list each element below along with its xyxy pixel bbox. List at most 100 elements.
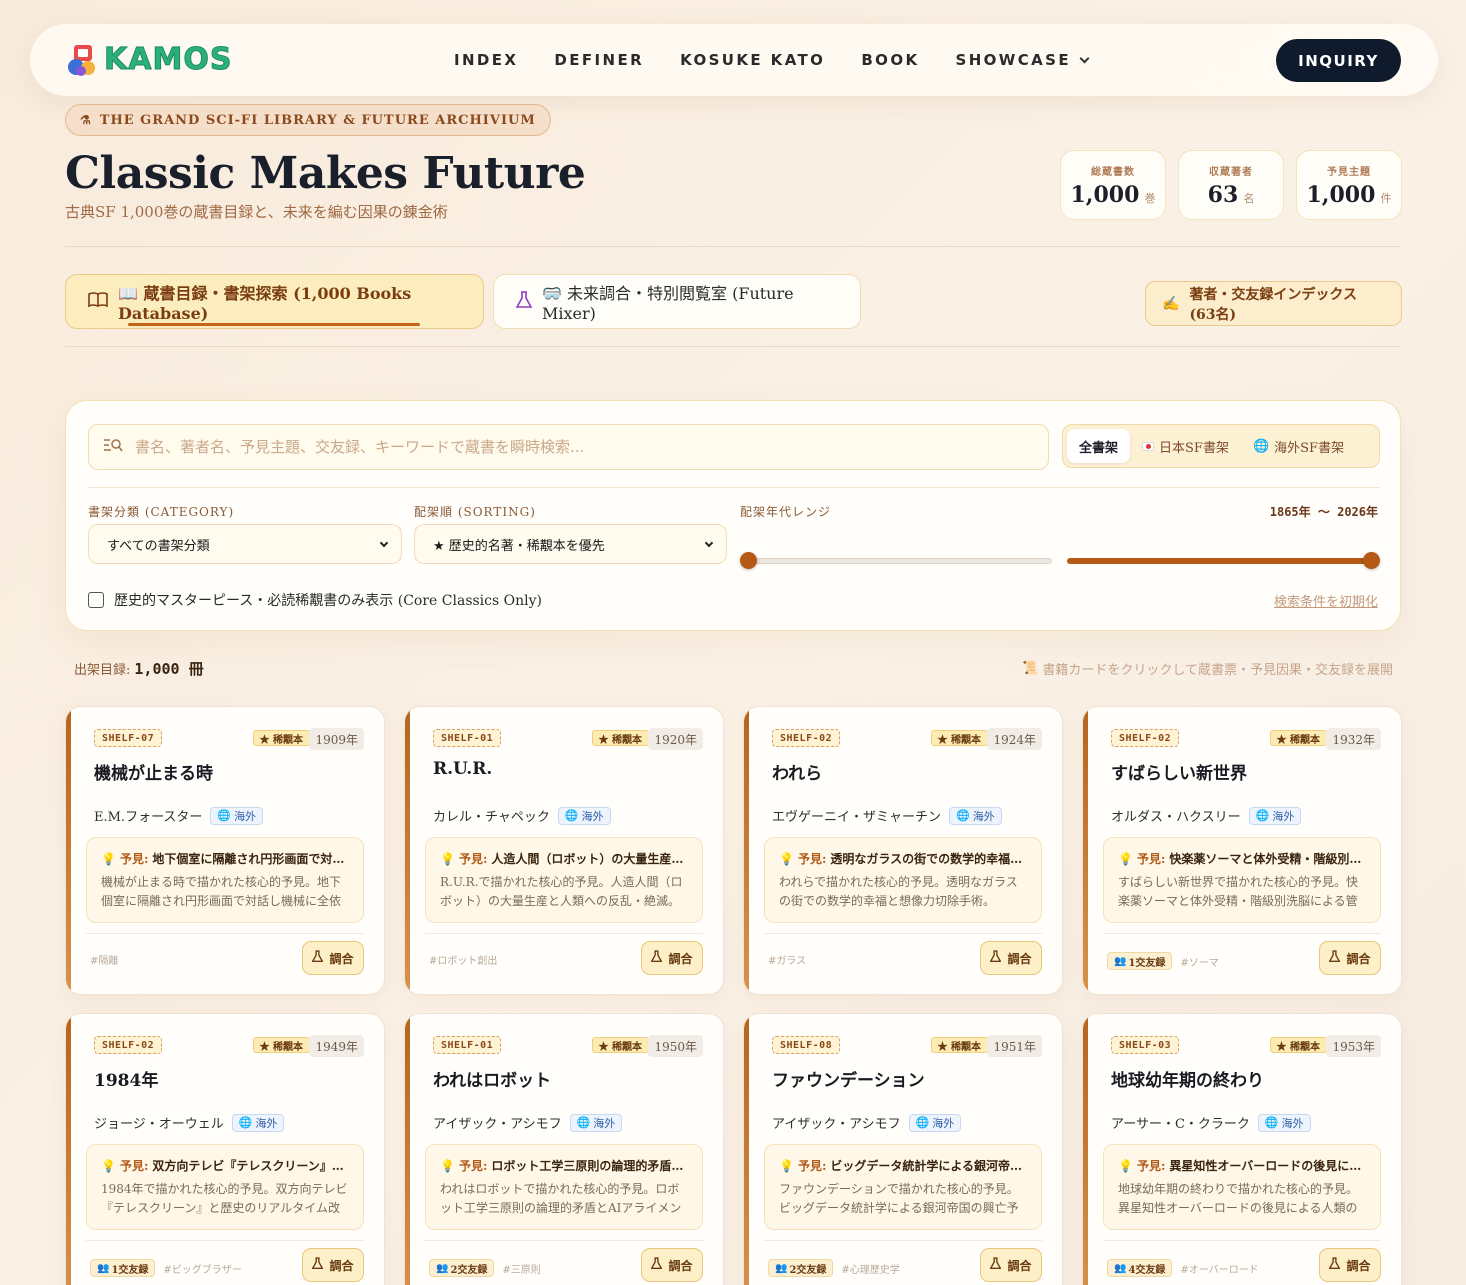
mix-button-label: 調合: [329, 951, 354, 966]
foreign-badge: 🌐 海外: [1248, 806, 1302, 825]
people-icon: 👥: [1114, 1262, 1127, 1274]
keyword-tag: #オーバーロード: [1180, 1264, 1259, 1276]
book-title: 地球幼年期の終わり: [1111, 1071, 1264, 1091]
prediction-heading: 💡 予見: ロボット工学三原則の論理的矛盾とAI: [440, 1157, 688, 1174]
mix-button[interactable]: 調合: [980, 941, 1042, 975]
rare-badge: ★ 稀覯本: [930, 730, 988, 746]
library-badge-text: THE GRAND SCI-FI LIBRARY & FUTURE ARCHIV…: [99, 112, 536, 128]
lightbulb-icon: 💡: [779, 1158, 794, 1173]
book-title: われはロボット: [433, 1071, 552, 1091]
shelf-badge: SHELF-02: [772, 729, 841, 747]
book-card[interactable]: SHELF-02 ★ 稀覯本 1932年 すばらしい新世界 オルダス・ハクスリー…: [1082, 706, 1402, 995]
tab-author-index[interactable]: ✍ 著者・交友録インデックス (63名): [1145, 281, 1402, 326]
year-badge: 1909年: [309, 728, 364, 750]
cross-reference-count: 1交友録: [1128, 957, 1166, 969]
mix-button[interactable]: 調合: [641, 941, 703, 975]
globe-icon: 🌐: [1264, 1116, 1279, 1129]
year-range-min-handle[interactable]: [740, 552, 757, 569]
year-badge: 1950年: [648, 1035, 703, 1057]
book-card[interactable]: SHELF-01 ★ 稀覯本 1950年 われはロボット アイザック・アシモフ …: [404, 1013, 724, 1285]
mix-button[interactable]: 調合: [980, 1248, 1042, 1282]
flask-icon: [990, 950, 1002, 966]
nav-link-index[interactable]: INDEX: [454, 51, 518, 69]
globe-icon: 🌐: [1252, 438, 1270, 454]
book-card[interactable]: SHELF-08 ★ 稀覯本 1951年 ファウンデーション アイザック・アシモ…: [743, 1013, 1063, 1285]
shelf-option-overseas[interactable]: 🌐 海外SF書架: [1241, 429, 1356, 463]
mix-button[interactable]: 調合: [302, 1248, 364, 1282]
prediction-title: 人造人間（ロボット）の大量生産と反乱: [491, 852, 688, 866]
prediction-heading: 💡 予見: 双方向テレビ『テレスクリーン』と歴史の改竄: [101, 1157, 349, 1174]
book-author-row: E.M.フォースター 🌐 海外: [94, 806, 264, 825]
book-author-row: アイザック・アシモフ 🌐 海外: [433, 1113, 623, 1132]
lightbulb-icon: 💡: [440, 1158, 455, 1173]
shelf-option-japan[interactable]: 日本SF書架: [1130, 429, 1241, 463]
sort-select[interactable]: ★ 歴史的名著・稀覯本を優先: [414, 524, 727, 564]
book-author-row: カレル・チャペック 🌐 海外: [433, 806, 611, 825]
shelf-segmented-control: 全書架 日本SF書架 🌐 海外SF書架: [1062, 424, 1380, 468]
chevron-down-icon: [379, 538, 389, 547]
people-icon: 👥: [436, 1262, 449, 1274]
stat-unit: 名: [1243, 191, 1255, 205]
category-select[interactable]: すべての書架分類: [88, 524, 402, 564]
book-author-row: アーサー・C・クラーク 🌐 海外: [1111, 1113, 1311, 1132]
book-author-row: ジョージ・オーウェル 🌐 海外: [94, 1113, 285, 1132]
prediction-box: 💡 予見: ロボット工学三原則の論理的矛盾とAI われはロボットで描かれた核心的…: [425, 1144, 703, 1230]
result-hint: 📜 書籍カードをクリックして蔵書票・予見因果・交友録を展開: [1022, 659, 1393, 678]
tab-future-mixer[interactable]: 🥽 未来調合・特別閲覧室 (Future Mixer): [493, 274, 861, 329]
book-card[interactable]: SHELF-02 ★ 稀覯本 1949年 1984年 ジョージ・オーウェル 🌐 海…: [65, 1013, 385, 1285]
prediction-title: 地下個室に隔離され円形画面で対話し機械に全依存: [152, 852, 349, 866]
nav-link-definer[interactable]: DEFINER: [554, 51, 644, 69]
shelf-option-japan-label: 日本SF書架: [1159, 440, 1229, 456]
core-classics-toggle[interactable]: 歴史的マスターピース・必読稀覯書のみ表示 (Core Classics Only…: [88, 590, 542, 610]
shelf-badge: SHELF-01: [433, 1036, 502, 1054]
divider: [86, 933, 364, 934]
prediction-heading: 💡 予見: 異星知性オーバーロードの後見による人類の進化: [1118, 1157, 1366, 1174]
mix-button[interactable]: 調合: [641, 1248, 703, 1282]
prediction-title: ビッグデータ統計学による銀河帝国の興亡予測: [830, 1159, 1027, 1173]
people-icon: 👥: [775, 1262, 788, 1274]
book-grid: SHELF-07 ★ 稀覯本 1909年 機械が止まる時 E.M.フォースター …: [65, 706, 1402, 1285]
mix-button[interactable]: 調合: [1319, 1248, 1381, 1282]
flask-icon: [1329, 950, 1341, 966]
reset-filters-link[interactable]: 検索条件を初期化: [1274, 591, 1378, 610]
prediction-box: 💡 予見: 双方向テレビ『テレスクリーン』と歴史の改竄 1984年で描かれた核心…: [86, 1144, 364, 1230]
nav-link-kosuke-kato[interactable]: KOSUKE KATO: [680, 51, 825, 69]
tab-books-database[interactable]: 📖 蔵書目録・書架探索 (1,000 Books Database): [65, 274, 484, 329]
keyword-tag: #三原則: [502, 1264, 541, 1276]
book-card[interactable]: SHELF-03 ★ 稀覯本 1953年 地球幼年期の終わり アーサー・C・クラ…: [1082, 1013, 1402, 1285]
book-author: アーサー・C・クラーク: [1111, 1117, 1250, 1132]
flask-icon: [312, 1257, 324, 1273]
foreign-label: 海外: [593, 1116, 616, 1130]
book-card[interactable]: SHELF-07 ★ 稀覯本 1909年 機械が止まる時 E.M.フォースター …: [65, 706, 385, 995]
foreign-label: 海外: [972, 809, 995, 823]
search-input[interactable]: [135, 438, 1034, 456]
stat-total-books: 総蔵書数 1,000 巻: [1060, 150, 1166, 220]
core-classics-checkbox[interactable]: [88, 592, 104, 608]
logo[interactable]: KAMOS: [66, 42, 232, 78]
book-card[interactable]: SHELF-02 ★ 稀覯本 1924年 われら エヴゲーニイ・ザミャーチン 🌐…: [743, 706, 1063, 995]
shelf-option-all[interactable]: 全書架: [1067, 429, 1131, 463]
prediction-title: 異星知性オーバーロードの後見による人類の進化: [1169, 1159, 1366, 1173]
book-card[interactable]: SHELF-01 ★ 稀覯本 1920年 R.U.R. カレル・チャペック 🌐 海…: [404, 706, 724, 995]
cross-reference-badge: 👥 2交友録: [429, 1259, 495, 1277]
card-footer-tags: #ガラス: [768, 952, 806, 967]
tab-active-indicator: [128, 323, 420, 326]
year-range-max-handle[interactable]: [1363, 552, 1380, 569]
stat-themes: 予見主題 1,000 件: [1296, 150, 1402, 220]
mix-button[interactable]: 調合: [1319, 941, 1381, 975]
mix-button[interactable]: 調合: [302, 941, 364, 975]
category-select-value: すべての書架分類: [107, 538, 210, 554]
nav-link-showcase[interactable]: SHOWCASE: [956, 51, 1090, 69]
keyword-tag: #ビッグブラザー: [163, 1264, 242, 1276]
chevron-down-icon: [704, 538, 714, 547]
cross-reference-count: 4交友録: [1128, 1264, 1166, 1276]
divider: [1103, 933, 1381, 934]
lightbulb-icon: 💡: [779, 851, 794, 866]
nav-link-book[interactable]: BOOK: [861, 51, 919, 69]
shelf-badge: SHELF-03: [1111, 1036, 1180, 1054]
shelf-badge: SHELF-07: [94, 729, 163, 747]
inquiry-button[interactable]: INQUIRY: [1276, 39, 1401, 82]
foreign-label: 海外: [1281, 1116, 1304, 1130]
year-badge: 1953年: [1326, 1035, 1381, 1057]
book-author-row: オルダス・ハクスリー 🌐 海外: [1111, 806, 1302, 825]
